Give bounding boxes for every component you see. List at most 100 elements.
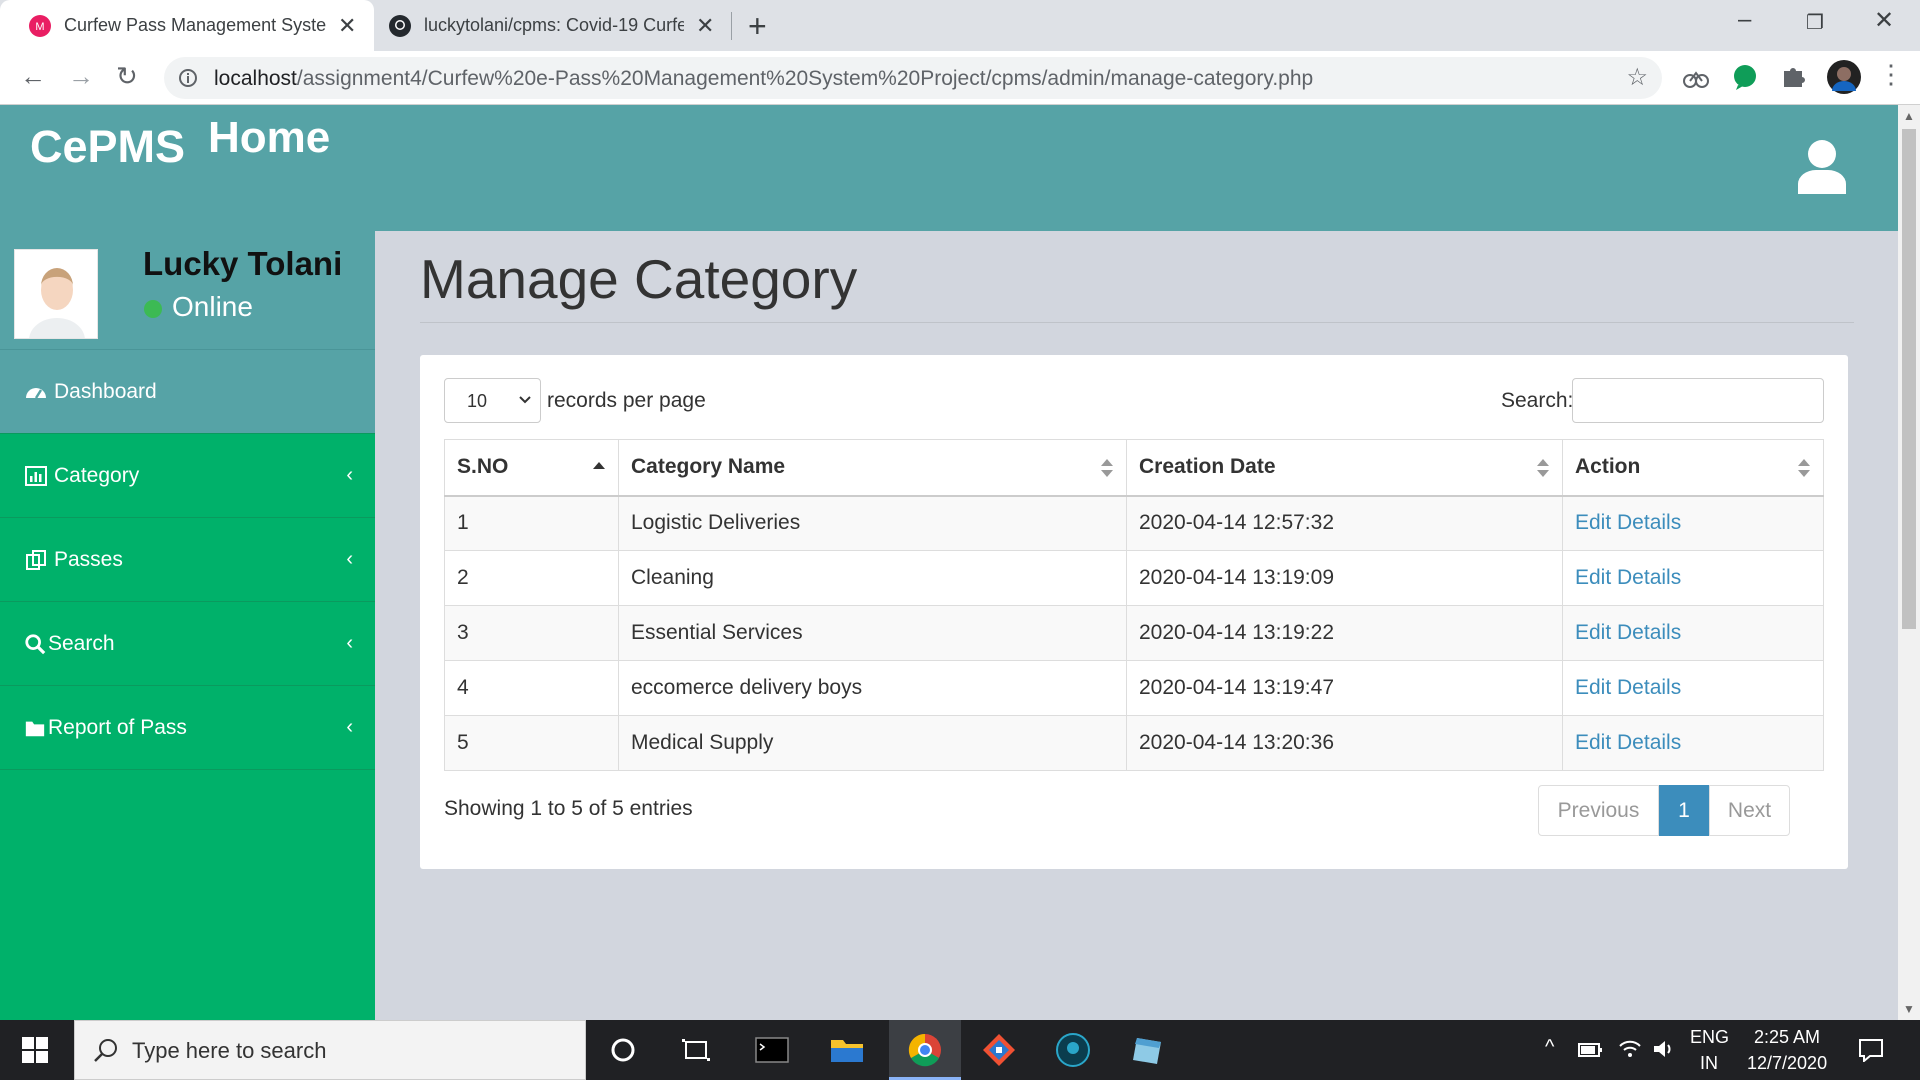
scroll-up-icon[interactable]: ▲ [1903, 109, 1915, 123]
scroll-down-icon[interactable]: ▼ [1903, 1002, 1915, 1016]
close-window-icon[interactable]: ✕ [1874, 6, 1894, 35]
table-row: 4 eccomerce delivery boys 2020-04-14 13:… [444, 660, 1824, 716]
home-link[interactable]: Home [208, 113, 330, 163]
windows-start-icon[interactable] [22, 1037, 48, 1063]
chevron-left-icon: ‹ [346, 548, 353, 570]
records-per-page-select[interactable]: 10 [444, 378, 541, 423]
page-1-button[interactable]: 1 [1659, 785, 1709, 836]
edit-details-link[interactable]: Edit Details [1575, 621, 1681, 644]
page-title: Manage Category [420, 248, 858, 310]
app-header: CePMS Home [0, 105, 1898, 231]
file-explorer-icon[interactable] [827, 1030, 867, 1070]
cell-category-name: Medical Supply [618, 715, 1127, 771]
info-icon[interactable] [178, 68, 198, 88]
restore-icon[interactable]: ❐ [1806, 10, 1824, 35]
notes-app-icon[interactable] [1127, 1030, 1167, 1070]
region-indicator[interactable]: IN [1700, 1053, 1718, 1074]
clock-date[interactable]: 12/7/2020 [1747, 1053, 1827, 1074]
new-tab-icon[interactable]: + [748, 8, 767, 45]
wifi-icon[interactable] [1618, 1038, 1642, 1060]
sidebar-item-category[interactable]: Category ‹ [0, 434, 375, 518]
extension-bike-icon[interactable] [1682, 63, 1710, 91]
close-tab-icon[interactable]: ✕ [696, 13, 714, 39]
battery-icon[interactable] [1577, 1040, 1605, 1060]
page-scrollbar[interactable]: ▲ ▼ [1898, 105, 1920, 1020]
sidebar-item-search[interactable]: Search ‹ [0, 602, 375, 686]
edit-details-link[interactable]: Edit Details [1575, 511, 1681, 534]
cell-sno: 4 [444, 660, 619, 716]
app-circle-icon[interactable] [1053, 1030, 1093, 1070]
search-icon [94, 1039, 117, 1062]
search-input[interactable] [1572, 378, 1824, 423]
browser-menu-icon[interactable]: ⋮ [1878, 59, 1904, 90]
scrollbar-thumb[interactable] [1902, 129, 1916, 629]
column-header-creation-date[interactable]: Creation Date [1126, 439, 1563, 497]
cell-creation-date: 2020-04-14 12:57:32 [1126, 495, 1563, 551]
taskbar-search-box[interactable]: Type here to search [74, 1020, 586, 1080]
back-icon[interactable]: ← [20, 61, 46, 92]
user-avatar-icon [15, 250, 97, 338]
bookmark-star-icon[interactable]: ☆ [1626, 63, 1648, 92]
column-header-action[interactable]: Action [1562, 439, 1824, 497]
tab-title: luckytolani/cpms: Covid-19 Curfew [424, 15, 684, 35]
sidebar-item-report-of-pass[interactable]: Report of Pass ‹ [0, 686, 375, 770]
cortana-icon[interactable] [603, 1030, 643, 1070]
sidebar-item-label: Search [48, 631, 115, 655]
sort-icon [1537, 459, 1549, 477]
profile-avatar[interactable] [1826, 59, 1862, 95]
chevron-left-icon: ‹ [346, 632, 353, 654]
chrome-icon[interactable] [905, 1030, 945, 1070]
sort-icon [1798, 459, 1810, 477]
user-status: Online [172, 291, 253, 322]
pagination: Previous 1 Next [1538, 785, 1790, 836]
sidebar-item-dashboard[interactable]: Dashboard [0, 350, 375, 434]
taskbar-search-placeholder: Type here to search [132, 1038, 327, 1063]
task-view-icon[interactable] [676, 1030, 716, 1070]
tab-github[interactable]: luckytolani/cpms: Covid-19 Curfew ✕ [374, 0, 732, 51]
tray-chevron-up-icon[interactable]: ^ [1545, 1036, 1554, 1059]
close-tab-icon[interactable]: ✕ [338, 13, 356, 39]
notifications-icon[interactable] [1858, 1038, 1884, 1062]
tab-title: Curfew Pass Management System [64, 15, 326, 35]
url-bar[interactable]: localhost/assignment4/Curfew%20e-Pass%20… [164, 57, 1662, 99]
records-per-page-label: records per page [547, 389, 706, 412]
windows-taskbar: Type here to search ^ ENG IN 2:25 AM 12/… [0, 1020, 1920, 1080]
cell-sno: 3 [444, 605, 619, 661]
git-tool-icon[interactable] [979, 1030, 1019, 1070]
app-logo[interactable]: CePMS [30, 121, 185, 173]
edit-details-link[interactable]: Edit Details [1575, 566, 1681, 589]
language-indicator[interactable]: ENG [1690, 1027, 1729, 1048]
next-page-button[interactable]: Next [1709, 785, 1790, 836]
browser-tab-bar: M Curfew Pass Management System ✕ luckyt… [0, 0, 1920, 51]
cell-action: Edit Details [1562, 495, 1824, 551]
previous-page-button[interactable]: Previous [1538, 785, 1659, 836]
edit-details-link[interactable]: Edit Details [1575, 676, 1681, 699]
divider [420, 322, 1854, 323]
tab-cpms[interactable]: M Curfew Pass Management System ✕ [0, 0, 374, 51]
sidebar-item-passes[interactable]: Passes ‹ [0, 518, 375, 602]
volume-icon[interactable] [1652, 1038, 1676, 1060]
folder-icon [25, 721, 45, 736]
forward-icon[interactable]: → [68, 61, 94, 92]
edit-details-link[interactable]: Edit Details [1575, 731, 1681, 754]
table-header-row: S.NO Category Name Creation Date Action [444, 439, 1824, 497]
cell-sno: 1 [444, 495, 619, 551]
column-header-category-name[interactable]: Category Name [618, 439, 1127, 497]
terminal-app-icon[interactable] [752, 1030, 792, 1070]
column-header-sno[interactable]: S.NO [444, 439, 619, 497]
main-content: Manage Category 10 records per page Sear… [375, 231, 1898, 1020]
reload-icon[interactable]: ↻ [116, 61, 138, 92]
table-panel: 10 records per page Search: S.NO Categor… [420, 355, 1848, 869]
url-text: localhost/assignment4/Curfew%20e-Pass%20… [214, 67, 1314, 90]
cell-sno: 2 [444, 550, 619, 606]
table-row: 3 Essential Services 2020-04-14 13:19:22… [444, 605, 1824, 661]
cell-action: Edit Details [1562, 660, 1824, 716]
extensions-puzzle-icon[interactable] [1780, 63, 1806, 89]
clock-time[interactable]: 2:25 AM [1754, 1027, 1820, 1048]
tab-separator [731, 12, 732, 40]
extension-green-icon[interactable] [1732, 63, 1758, 91]
sort-asc-icon [593, 462, 605, 469]
avatar [14, 249, 98, 339]
user-account-icon[interactable] [1796, 138, 1848, 194]
minimize-icon[interactable]: – [1738, 6, 1751, 34]
